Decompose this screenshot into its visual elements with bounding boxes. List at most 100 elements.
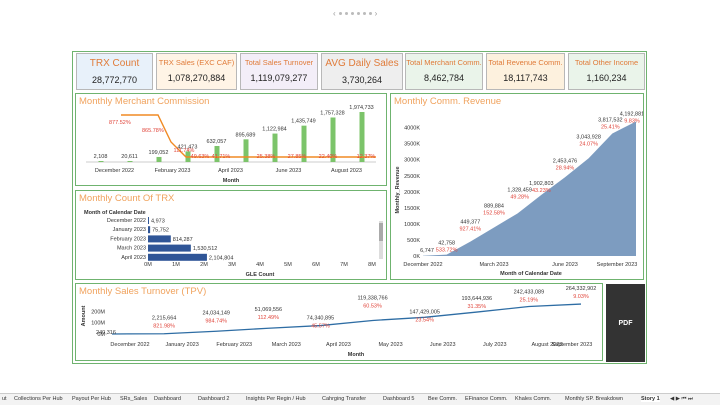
y-tick-label: 3500K	[404, 142, 420, 148]
tab-nav-arrows-icon[interactable]: ◀ ▶ ⏮ ⏭	[670, 396, 693, 403]
category-label: February 2023	[110, 236, 146, 242]
kpi-value: 28,772,770	[91, 75, 138, 85]
x-tick-label: April 2023	[326, 342, 351, 348]
x-axis-title: Month of Calendar Date	[500, 271, 562, 277]
y-tick-label: 100M	[91, 321, 105, 327]
data-label: 2,104,804	[209, 255, 233, 261]
kpi-card: Total Other Income 1,160,234	[568, 53, 645, 90]
category-label: January 2023	[113, 227, 146, 233]
sheet-tab[interactable]: Payout Per Hub	[72, 396, 111, 402]
sheet-tab[interactable]: Dashboard 2	[198, 396, 230, 402]
growth-label: 27.85%	[288, 154, 307, 160]
x-tick-label: 6M	[312, 262, 320, 268]
growth-label: 112.49%	[258, 315, 279, 321]
data-label: 2,215,664	[152, 316, 176, 322]
data-label: 24,034,149	[202, 310, 230, 316]
pager-dot[interactable]	[356, 11, 360, 15]
sheet-tab[interactable]: Insights Per Regin / Hub	[246, 396, 306, 402]
pager-prev-icon[interactable]: ‹	[333, 9, 336, 18]
x-tick-label: July 2023	[483, 342, 507, 348]
group-label: Month of Calendar Date	[84, 210, 146, 216]
bar	[127, 161, 133, 162]
y-axis-title: Monthly_Revenue	[395, 166, 401, 213]
data-label: 4,973	[151, 219, 165, 225]
data-label: 193,644,936	[461, 296, 492, 302]
data-label: 3,817,532	[598, 117, 622, 123]
bar	[98, 161, 104, 162]
data-label: 119,338,766	[357, 295, 387, 301]
growth-label: 31.35%	[467, 304, 486, 310]
pdf-export-button[interactable]: PDF	[606, 284, 645, 362]
category-label: March 2023	[117, 246, 146, 252]
x-tick-label: January 2023	[165, 342, 198, 348]
x-tick-label: February 2023	[155, 168, 191, 174]
x-tick-label: September 2023	[597, 262, 638, 268]
x-tick-label: December 2022	[110, 342, 149, 348]
sheet-tab[interactable]: Monthly SP. Breakdown	[565, 396, 623, 402]
pager-dot[interactable]	[344, 11, 348, 15]
data-label: 6,747	[420, 248, 434, 254]
kpi-card: Total Merchant Comm. 8,462,784	[405, 53, 483, 90]
y-tick-label: 2500K	[404, 174, 420, 180]
sheet-tab[interactable]: EFinance Comm.	[465, 396, 508, 402]
sheet-tab[interactable]: Dashboard	[154, 396, 181, 402]
growth-label: 28.94%	[556, 165, 575, 171]
comm-revenue-panel: Monthly Comm. Revenue 0K 500K 1000K 1500K 20…	[390, 93, 644, 280]
data-label: 240,316	[96, 330, 116, 336]
kpi-value: 8,462,784	[423, 73, 465, 83]
growth-label: 43.23%	[532, 188, 551, 194]
pager-dot[interactable]	[368, 11, 372, 15]
bar	[148, 235, 171, 243]
y-axis-title: Amount	[81, 305, 87, 326]
sales-turnover-panel: Monthly Sales Turnover (TPV) 0M 100M 200M 2…	[75, 283, 603, 361]
pager-dot[interactable]	[350, 11, 354, 15]
comm-revenue-chart: 0K 500K 1000K 1500K 2000K 2500K 3000K 3500K 4000…	[395, 111, 643, 277]
x-tick-label: March 2023	[272, 342, 301, 348]
sheet-tab[interactable]: Khales Comm.	[515, 396, 551, 402]
x-tick-label: 3M	[228, 262, 236, 268]
data-label: 895,689	[236, 132, 256, 138]
data-label: 20,611	[121, 154, 137, 160]
growth-label: 877.52%	[109, 120, 131, 126]
kpi-card: Total Revenue Comm. 18,117,743	[486, 53, 565, 90]
data-label: 199,052	[149, 150, 169, 156]
x-tick-label: 7M	[340, 262, 348, 268]
sheet-tab[interactable]: ut	[2, 396, 7, 402]
sheet-tab[interactable]: Cahrging Transfer	[322, 396, 366, 402]
count-trx-chart: Month of Calendar Date December 2022 4,973…	[84, 210, 383, 278]
y-tick-label: 1500K	[404, 206, 420, 212]
data-label: 1,435,749	[291, 119, 315, 125]
growth-label: 865.78%	[142, 128, 164, 134]
data-label: 1,530,512	[193, 246, 217, 252]
x-tick-label: 2M	[200, 262, 208, 268]
growth-label: 23.54%	[415, 317, 434, 323]
data-label: 242,433,089	[514, 290, 545, 296]
y-tick-label: 200M	[91, 309, 105, 315]
scrollbar-thumb	[379, 223, 383, 241]
x-axis-title: Month	[223, 178, 240, 184]
sheet-tab[interactable]: Dashboard 5	[383, 396, 415, 402]
pager-dot[interactable]	[338, 11, 342, 15]
growth-label: 25.41%	[601, 124, 620, 130]
x-tick-label: June 2023	[276, 168, 302, 174]
story-pager: ‹ ›	[333, 7, 387, 19]
data-label: 1,122,984	[262, 127, 286, 133]
growth-label: 25.38%	[257, 154, 276, 160]
sheet-tab[interactable]: Collections Per Hub	[14, 396, 63, 402]
pager-dot[interactable]	[362, 11, 366, 15]
bar	[148, 217, 149, 224]
data-label: 1,974,733	[349, 105, 373, 111]
data-label: 74,340,895	[307, 316, 335, 322]
data-label: 2,108	[94, 154, 108, 160]
y-tick-label: 0K	[413, 254, 420, 260]
growth-label: 60.53%	[363, 303, 382, 309]
x-tick-label: September 2023	[552, 342, 593, 348]
sheet-tab[interactable]: SRs_Sales	[120, 396, 147, 402]
sheet-tab[interactable]: Bee Comm.	[428, 396, 457, 402]
sheet-tab[interactable]: Story 1	[641, 396, 660, 402]
count-trx-panel: Monthly Count Of TRX Month of Calendar D…	[75, 190, 387, 280]
bar	[148, 226, 151, 234]
growth-label: 41.71%	[212, 154, 231, 160]
data-label: 1,902,803	[529, 181, 553, 187]
pager-next-icon[interactable]: ›	[375, 9, 378, 18]
